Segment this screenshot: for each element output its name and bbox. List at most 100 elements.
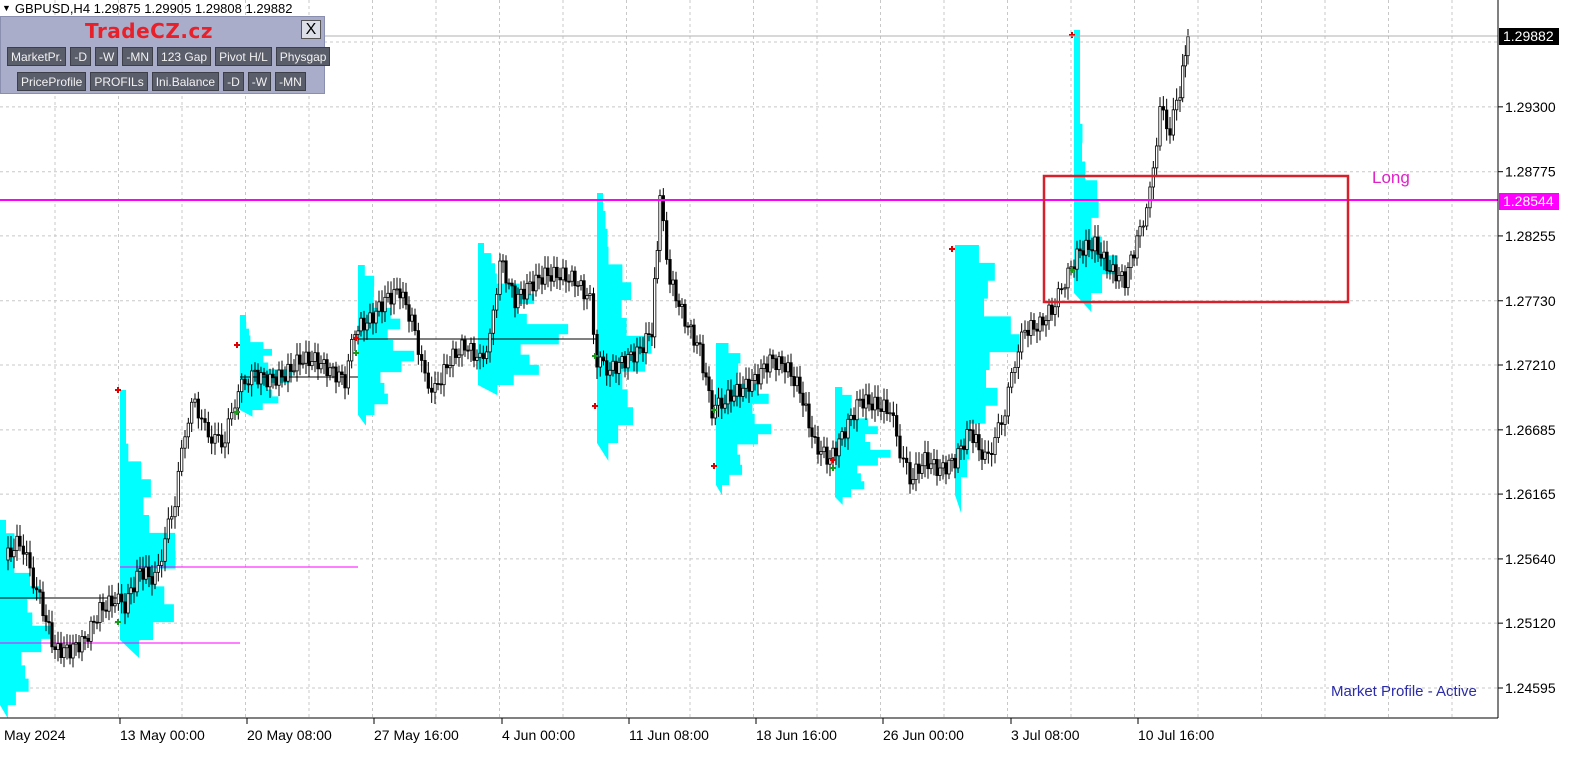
week-button-2[interactable]: -W	[247, 72, 272, 91]
day-button[interactable]: -D	[70, 47, 92, 66]
candle-body	[322, 359, 326, 364]
candle-body	[262, 372, 266, 376]
candle-body	[1087, 239, 1091, 250]
candle-body	[1084, 239, 1088, 256]
candle-body	[1135, 235, 1139, 259]
candle-body	[86, 637, 90, 642]
profils-button[interactable]: PROFILs	[90, 72, 148, 91]
panel-button-row-1: MarketPr. -D -W -MN 123 Gap Pivot H/L Ph…	[7, 47, 331, 66]
candle-body	[753, 374, 757, 381]
candle-body	[132, 587, 136, 593]
candle-body	[959, 445, 963, 450]
priceprofile-button[interactable]: PriceProfile	[17, 72, 87, 91]
candle-body	[180, 447, 184, 472]
price-tick-label: 1.26165	[1505, 486, 1556, 502]
gap-123-button[interactable]: 123 Gap	[157, 47, 212, 66]
candle-body	[789, 362, 793, 377]
candle-body	[423, 360, 427, 374]
candle-body	[230, 412, 234, 420]
candle-body	[9, 547, 13, 558]
day-button-2[interactable]: -D	[223, 72, 244, 91]
candle-body	[1138, 226, 1142, 237]
candle-body	[501, 260, 505, 263]
candle-body	[1145, 207, 1149, 227]
candle-body	[65, 644, 69, 649]
candle-body	[223, 442, 227, 448]
price-tick-label: 1.25120	[1505, 615, 1556, 631]
physgap-button[interactable]: Physgap	[275, 47, 331, 66]
candle-body	[430, 387, 434, 393]
price-tick-label: 1.26685	[1505, 422, 1556, 438]
candle-body	[186, 422, 190, 438]
candle-body	[253, 369, 257, 372]
candle-body	[310, 361, 314, 367]
candle-body	[950, 457, 954, 461]
candle-body	[193, 398, 197, 403]
candle-body	[256, 369, 260, 385]
price-axis[interactable]: 1.29300 1.28775 1.28255 1.27730 1.27210 1.266…	[1498, 99, 1556, 696]
candle-body	[573, 270, 577, 287]
candle-body	[768, 354, 772, 373]
candle-body	[35, 587, 39, 591]
candle-body	[457, 354, 461, 358]
candle-body	[926, 452, 930, 470]
candle-body	[359, 317, 363, 332]
candle-body	[481, 352, 485, 359]
candle-body	[12, 550, 16, 558]
candle-body	[1123, 271, 1127, 289]
candle-body	[1003, 415, 1007, 425]
candle-body	[901, 457, 905, 460]
current-price-tag: 1.29882	[1499, 28, 1559, 45]
month-button[interactable]: -MN	[122, 47, 154, 66]
candle-body	[160, 560, 164, 566]
candle-body	[190, 401, 194, 424]
candle-body	[531, 281, 535, 292]
candle-body	[56, 643, 60, 651]
candle-body	[25, 552, 29, 555]
candle-body	[1148, 186, 1152, 209]
marketpr-button[interactable]: MarketPr.	[7, 47, 67, 66]
candle-body	[750, 379, 754, 392]
candle-body	[62, 647, 66, 658]
candle-body	[861, 398, 865, 409]
candle-body	[595, 333, 599, 368]
candle-body	[641, 347, 645, 354]
pivot-hl-button[interactable]: Pivot H/L	[215, 47, 272, 66]
candle-body	[6, 547, 10, 561]
time-tick-label: 18 Jun 16:00	[756, 727, 837, 743]
candle-body	[1050, 304, 1054, 315]
candle-body	[383, 296, 387, 313]
candle-body	[107, 595, 111, 612]
candle-body	[1155, 145, 1159, 169]
week-button[interactable]: -W	[95, 47, 119, 66]
candle-body	[579, 280, 583, 286]
candle-body	[882, 399, 886, 412]
candle-body	[183, 436, 187, 449]
candle-body	[95, 621, 99, 624]
candle-body	[941, 462, 945, 469]
candle-body	[1181, 65, 1185, 99]
candle-body	[365, 322, 369, 331]
candle-body	[1168, 128, 1172, 136]
time-axis[interactable]: May 2024 13 May 00:00 20 May 08:00 27 May 1…	[4, 718, 1214, 743]
time-tick-label: 4 Jun 00:00	[502, 727, 575, 743]
ini-balance-button[interactable]: Ini.Balance	[151, 72, 220, 91]
candle-body	[1102, 251, 1106, 259]
panel-close-button[interactable]: X	[301, 20, 321, 39]
candle-body	[44, 615, 48, 622]
candle-body	[280, 369, 284, 378]
price-chart[interactable]: 1.29300 1.28775 1.28255 1.27730 1.27210 1.266…	[0, 0, 1578, 760]
candle-body	[849, 414, 853, 420]
candle-body	[1099, 253, 1103, 259]
candle-body	[283, 376, 287, 382]
month-button-2[interactable]: -MN	[275, 72, 306, 91]
candle-body	[1111, 264, 1115, 272]
candle-body	[1171, 109, 1175, 136]
candle-body	[840, 431, 844, 440]
candle-body	[472, 343, 476, 361]
candle-body	[720, 397, 724, 409]
candle-body	[1016, 351, 1020, 368]
candle-body	[765, 363, 769, 373]
panel-button-row-2: PriceProfile PROFILs Ini.Balance -D -W -…	[17, 72, 306, 91]
collapse-triangle-icon[interactable]: ▼	[2, 3, 11, 13]
